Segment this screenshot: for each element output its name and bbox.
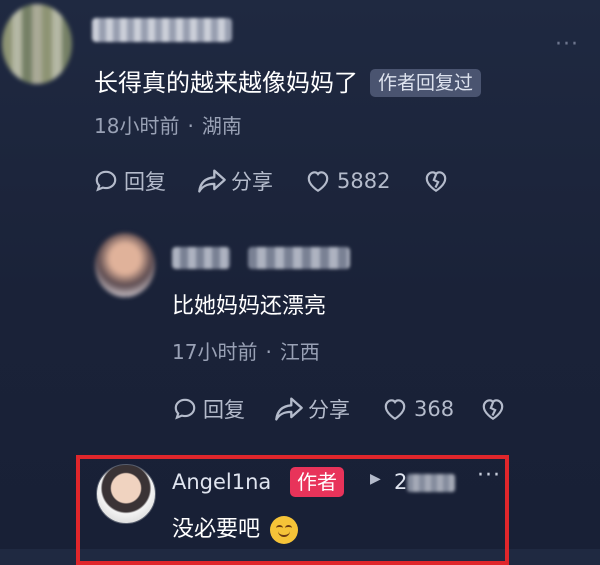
author-reply-time: 2 [394,470,408,494]
heart-icon [384,399,406,421]
share-label: 分享 [308,398,350,422]
dislike-button[interactable] [423,169,449,193]
author-replied-tag: 作者回复过 [370,69,482,97]
comment-action-bar: 回复 分享 5882 [93,166,449,196]
share-arrow-icon [198,169,226,193]
commenter-username-blurred[interactable] [92,18,232,42]
reply-button[interactable]: 回复 [93,166,197,196]
comment-more-button[interactable]: ··· [555,32,579,57]
broken-heart-icon [425,171,447,193]
reply-label: 回复 [203,398,245,422]
reply-target-blurred [248,247,350,269]
author-reply-body: 没必要吧 [172,514,299,546]
author-badge: 作者 [290,467,344,497]
comment-meta: 18小时前 · 湖南 [94,110,242,139]
reply-meta: 17小时前 · 江西 [172,336,320,365]
share-arrow-icon [275,397,303,421]
share-label: 分享 [231,170,273,194]
commenter-avatar[interactable] [2,4,72,84]
share-button[interactable]: 分享 [274,394,382,424]
comment-body: 长得真的越来越像妈妈了 作者回复过 [94,66,482,100]
author-reply-text: 没必要吧 [172,517,261,542]
comment-text: 长得真的越来越像妈妈了 [94,69,358,97]
author-reply-time-blurred [407,474,455,492]
chat-bubble-icon [174,398,196,420]
reply-avatar[interactable] [95,233,155,297]
chat-bubble-icon [95,170,117,192]
author-avatar[interactable] [96,464,156,524]
share-button[interactable]: 分享 [197,166,305,196]
reply-action-bar: 回复 分享 368 [172,394,506,424]
like-button[interactable]: 368 [382,397,480,421]
reply-label: 回复 [124,170,166,194]
like-count: 5882 [337,169,391,193]
reply-username-blurred[interactable] [172,247,230,269]
reply-text: 比她妈妈还漂亮 [172,294,327,319]
like-button[interactable]: 5882 [305,169,423,193]
author-reply-more-button[interactable]: ··· [477,463,501,488]
reply-time: 17小时前 [172,340,258,364]
reply-location: 江西 [279,340,320,364]
meta-separator: · [187,114,194,138]
comment-location: 湖南 [201,114,242,138]
author-username[interactable]: Angel1na [172,470,271,494]
comment-time: 18小时前 [94,114,180,138]
reply-to-arrow-icon: ▶ [370,471,381,487]
smile-emoji-icon [270,516,299,544]
reply-button[interactable]: 回复 [172,394,274,424]
meta-separator: · [265,340,272,364]
like-count: 368 [414,397,455,421]
heart-icon [307,171,329,193]
dislike-button[interactable] [480,397,506,421]
broken-heart-icon [482,399,504,421]
